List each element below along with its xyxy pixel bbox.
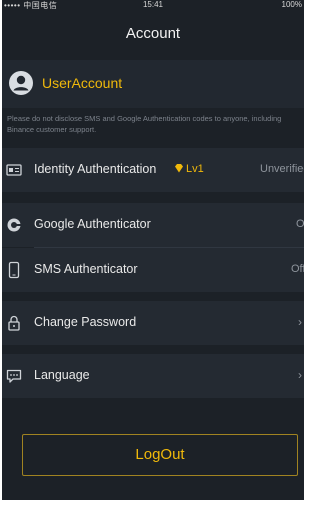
- sms-authenticator-label: SMS Authenticator: [34, 262, 138, 276]
- security-notice: Please do not disclose SMS and Google Au…: [7, 114, 282, 134]
- level-badge: Lv1: [174, 163, 204, 175]
- chevron-right-icon: ›: [298, 315, 302, 329]
- chevron-right-icon: ›: [298, 368, 302, 382]
- identity-status: Unverified: [260, 163, 304, 175]
- status-time: 15:41: [142, 0, 164, 9]
- phone-icon: [8, 261, 20, 279]
- status-bar: ••••• 中国电信 15:41 100%: [2, 0, 304, 12]
- nav-bar: Account: [2, 12, 304, 58]
- google-authenticator-status: Off: [296, 218, 304, 230]
- language-label: Language: [34, 368, 90, 382]
- google-authenticator-row[interactable]: Google Authenticator Off: [2, 203, 304, 247]
- user-account-row[interactable]: UserAccount: [2, 60, 304, 108]
- avatar-icon: [9, 71, 33, 95]
- identity-authentication-label: Identity Authentication: [34, 162, 157, 176]
- google-authenticator-label: Google Authenticator: [34, 217, 151, 231]
- change-password-row[interactable]: Change Password ›: [2, 301, 304, 345]
- language-row[interactable]: Language ›: [2, 354, 304, 398]
- lock-icon: [8, 315, 20, 331]
- level-label: Lv1: [186, 163, 204, 175]
- app-screen: ••••• 中国电信 15:41 100% Account UserAccoun…: [2, 0, 304, 500]
- message-icon: [6, 369, 22, 383]
- identity-authentication-row[interactable]: Identity Authentication Lv1 Unverified: [2, 148, 304, 192]
- google-icon: [7, 218, 21, 232]
- logout-button[interactable]: LogOut: [22, 434, 298, 476]
- battery-label: 100%: [281, 0, 302, 9]
- sms-authenticator-status: Off: [291, 263, 304, 275]
- sms-authenticator-row[interactable]: SMS Authenticator Off: [2, 248, 304, 292]
- id-card-icon: [6, 164, 22, 176]
- page-title: Account: [125, 25, 181, 42]
- change-password-label: Change Password: [34, 315, 137, 329]
- username: UserAccount: [42, 75, 123, 91]
- diamond-icon: [175, 164, 183, 173]
